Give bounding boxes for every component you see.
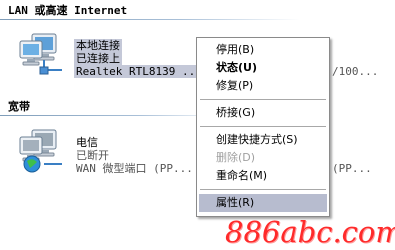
lan-section-divider <box>0 19 300 20</box>
menu-item-disable[interactable]: 停用(B) <box>199 41 327 59</box>
wan-connection-name: 电信 <box>76 136 98 149</box>
menu-separator <box>200 126 326 127</box>
lan-connection-device: Realtek RTL8139 ... <box>74 65 204 78</box>
lan-connection-name: 本地连接 <box>74 39 122 52</box>
menu-item-properties[interactable]: 属性(R) <box>199 194 327 212</box>
wan-connection-device: WAN 微型端口 (PP... <box>76 162 193 175</box>
menu-item-status[interactable]: 状态(U) <box>199 59 327 77</box>
menu-item-repair[interactable]: 修复(P) <box>199 77 327 95</box>
menu-item-rename[interactable]: 重命名(M) <box>199 167 327 185</box>
context-menu: 停用(B) 状态(U) 修复(P) 桥接(G) 创建快捷方式(S) 删除(D) … <box>196 37 330 217</box>
broadband-connection-icon[interactable] <box>18 126 66 174</box>
wan-connection-item[interactable]: 电信 已断开 WAN 微型端口 (PP... <box>76 136 193 175</box>
menu-item-create-shortcut[interactable]: 创建快捷方式(S) <box>199 131 327 149</box>
menu-item-bridge[interactable]: 桥接(G) <box>199 104 327 122</box>
menu-separator <box>200 99 326 100</box>
menu-separator <box>200 189 326 190</box>
network-connection-icon[interactable] <box>18 30 66 78</box>
wan-connection-status: 已断开 <box>76 149 109 162</box>
lan-connection-item[interactable]: 本地连接 已连接上 Realtek RTL8139 ... <box>74 39 204 78</box>
site-watermark: 886abc.com <box>225 215 395 249</box>
lan-device-overflow: /100... <box>332 65 379 78</box>
wan-device-overflow: (PP... <box>332 162 372 175</box>
menu-item-delete: 删除(D) <box>216 151 256 164</box>
lan-section-header: LAN 或高速 Internet <box>8 4 128 17</box>
lan-connection-status: 已连接上 <box>74 52 122 65</box>
